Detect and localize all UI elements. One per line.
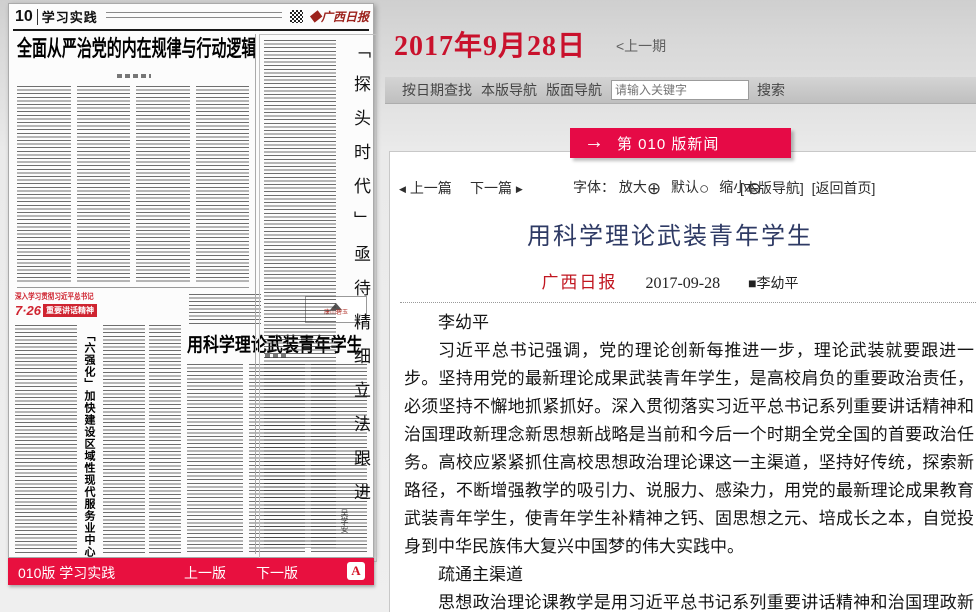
newspaper-reader-window: 10 学习实践 ◆广西日报 全面从严治党的内在规律与行动逻辑 深入学习贯彻习近平… xyxy=(0,0,976,612)
body-paragraph: 习近平总书记强调，党的理论创新每推进一步，理论武装就要跟进一步。坚持用党的最新理… xyxy=(404,337,974,561)
current-page-label: 010版 学习实践 xyxy=(18,563,115,583)
text-column xyxy=(189,294,261,326)
prev-article-button[interactable]: ◀ 上一篇 xyxy=(399,178,452,198)
zoom-default-icon: ○ xyxy=(699,179,709,198)
font-label: 字体： xyxy=(573,179,615,195)
article-byline: 广西日报 2017-09-28 ■李幼平 xyxy=(390,268,950,293)
body-paragraph: 疏通主渠道 xyxy=(404,561,974,589)
text-column xyxy=(103,325,145,553)
right-article-box: 「探头时代」亟待精细立法跟进 吴学安 xyxy=(259,34,377,562)
panel-nav-links: [本版导航] [返回首页] xyxy=(740,178,879,198)
masthead-fine-print xyxy=(106,12,282,22)
keyword-search-input[interactable] xyxy=(611,80,749,100)
next-article-button[interactable]: 下一篇 ▶ xyxy=(470,178,523,198)
newspaper-brand-logo: ◆广西日报 xyxy=(309,8,369,25)
layout-nav-link[interactable]: 版面导航 xyxy=(546,80,602,100)
issue-date: 2017年9月28日 xyxy=(394,24,586,64)
font-size-controls: 字体： 放大⊕ 默认○ 缩小⊖ xyxy=(573,177,767,199)
page-number: 10 xyxy=(13,8,37,26)
section-divider xyxy=(17,287,249,288)
text-column xyxy=(196,86,250,284)
arrow-right-icon: → xyxy=(584,131,604,154)
article-author: ■李幼平 xyxy=(748,273,798,293)
article-columns-top xyxy=(17,86,249,284)
prev-page-button[interactable]: 上一版 xyxy=(184,563,226,583)
body-paragraph: 思想政治理论课教学是用习近平总书记系列重要讲话精神和治国理政新理念新思想新战略武… xyxy=(404,589,974,612)
triangle-right-icon: ▶ xyxy=(516,184,523,194)
article-title: 用科学理论武装青年学生 xyxy=(390,216,950,251)
search-button[interactable]: 搜索 xyxy=(757,80,785,100)
right-article-author: 吴学安 xyxy=(339,509,350,533)
text-column xyxy=(17,86,71,284)
section-name: 学习实践 xyxy=(42,7,98,26)
article-date: 2017-09-28 xyxy=(645,275,720,293)
text-column xyxy=(136,86,190,284)
masthead-rule xyxy=(13,29,369,31)
zoom-in-icon: ⊕ xyxy=(647,179,661,198)
headline-main-byline xyxy=(117,74,151,78)
board-nav-link[interactable]: 本版导航 xyxy=(481,80,537,100)
newspaper-masthead: 10 学习实践 ◆广西日报 xyxy=(13,6,369,27)
headline-right-vertical[interactable]: 「探头时代」亟待精细立法跟进 xyxy=(348,41,373,547)
next-page-button[interactable]: 下一版 xyxy=(256,563,298,583)
text-column xyxy=(149,325,181,553)
dotted-separator xyxy=(400,302,976,303)
find-by-date-link[interactable]: 按日期查找 xyxy=(402,80,472,100)
section-banner-label: 第 010 版新闻 xyxy=(617,133,719,154)
text-column xyxy=(264,40,336,548)
board-nav-bracket-link[interactable]: [本版导航] xyxy=(740,180,804,196)
newspaper-page-thumbnail[interactable]: 10 学习实践 ◆广西日报 全面从严治党的内在规律与行动逻辑 深入学习贯彻习近平… xyxy=(8,3,374,558)
promo-chip: 重要讲话精神 xyxy=(43,304,97,317)
promo-number: 7·26 xyxy=(15,303,41,318)
text-column xyxy=(15,325,77,553)
triangle-left-icon: ◀ xyxy=(399,184,406,194)
pdf-icon[interactable]: A xyxy=(347,562,365,580)
prev-issue-link[interactable]: <上一期 xyxy=(616,36,666,56)
article-source: 广西日报 xyxy=(541,268,617,293)
qr-code xyxy=(290,10,303,23)
article-panel: ◀ 上一篇 下一篇 ▶ 字体： 放大⊕ 默认○ 缩小⊖ [本版导航] [返回首页… xyxy=(389,151,976,612)
masthead-divider xyxy=(37,9,38,25)
font-default-button[interactable]: 默认○ xyxy=(671,179,709,195)
promo-line1: 深入学习贯彻习近平总书记 xyxy=(15,291,92,302)
text-column xyxy=(187,364,243,552)
home-bracket-link[interactable]: [返回首页] xyxy=(812,180,876,196)
article-body: 李幼平 习近平总书记强调，党的理论创新每推进一步，理论武装就要跟进一步。坚持用党… xyxy=(404,309,974,612)
section-banner[interactable]: → 第 010 版新闻 xyxy=(570,128,791,158)
headline-mid-vertical[interactable]: 「六强化」加快建设区域性现代服务业中心 xyxy=(81,330,97,558)
font-zoom-in-button[interactable]: 放大⊕ xyxy=(619,179,661,195)
text-column xyxy=(77,86,131,284)
page-bottom-bar: 010版 学习实践 上一版 下一版 A xyxy=(8,558,374,585)
promo-banner: 深入学习贯彻习近平总书记 7·26 重要讲话精神 xyxy=(15,291,109,321)
search-toolbar: 按日期查找 本版导航 版面导航 搜索 xyxy=(385,77,976,104)
column-divider xyxy=(255,34,256,554)
headline-main[interactable]: 全面从严治党的内在规律与行动逻辑 xyxy=(17,37,180,61)
body-paragraph: 李幼平 xyxy=(404,309,974,337)
